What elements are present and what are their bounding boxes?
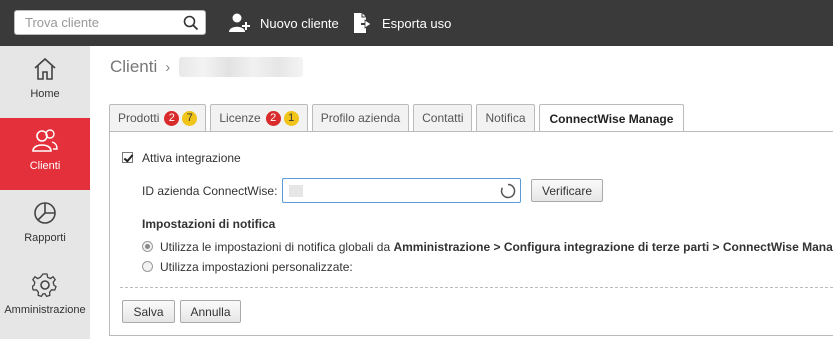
sidebar-item-reports[interactable]: Rapporti [0, 190, 90, 262]
breadcrumb-root[interactable]: Clienti [110, 57, 157, 77]
export-usage-button[interactable]: Esporta uso [352, 11, 451, 35]
export-usage-label: Esporta uso [382, 15, 452, 31]
export-file-icon [354, 13, 372, 33]
breadcrumb: Clienti › [110, 57, 304, 77]
tab-connectwise-manage[interactable]: ConnectWise Manage [538, 104, 685, 132]
global-settings-label: Utilizza le impostazioni di notifica glo… [160, 240, 833, 254]
custom-settings-radio[interactable] [142, 261, 153, 272]
cancel-button[interactable]: Annulla [180, 300, 241, 323]
pie-chart-icon [34, 202, 56, 224]
users-icon [32, 129, 58, 152]
sidebar-item-label: Clienti [29, 160, 61, 172]
divider [120, 287, 833, 288]
tab-label: Notifica [485, 111, 526, 125]
tab-products[interactable]: Prodotti 2 7 [109, 104, 207, 131]
top-bar: Nuovo cliente Esporta uso [0, 0, 833, 46]
tab-company-profile[interactable]: Profilo azienda [311, 104, 410, 131]
gear-icon [32, 273, 57, 298]
sidebar-item-administration[interactable]: Amministrazione [0, 262, 90, 334]
tab-licenses[interactable]: Licenze 2 1 [210, 104, 308, 131]
tab-label: Contatti [422, 111, 464, 125]
sidebar-item-home[interactable]: Home [0, 46, 90, 118]
sidebar-item-clients[interactable]: Clienti [0, 118, 90, 190]
warning-count-badge: 7 [182, 110, 198, 126]
search-icon[interactable] [183, 15, 199, 31]
tab-notification[interactable]: Notifica [476, 104, 535, 131]
tab-bar: Prodotti 2 7 Licenze 2 1 Profilo azienda… [109, 104, 688, 132]
alert-count-badge: 2 [164, 110, 180, 126]
sidebar-item-label: Home [30, 88, 60, 100]
alert-count-badge: 2 [265, 110, 281, 126]
verify-button[interactable]: Verificare [531, 179, 603, 202]
search-input[interactable] [15, 11, 175, 34]
tab-label: Licenze [219, 111, 261, 125]
home-icon [34, 57, 56, 80]
redacted-company-id [289, 185, 303, 197]
enable-integration-label: Attiva integrazione [142, 151, 241, 165]
loading-spinner-icon [500, 183, 516, 199]
custom-settings-label: Utilizza impostazioni personalizzate: [160, 260, 353, 274]
warning-count-badge: 1 [283, 110, 299, 126]
new-client-label: Nuovo cliente [260, 15, 339, 31]
search-box [14, 10, 206, 35]
enable-integration-checkbox[interactable] [122, 152, 133, 163]
notification-settings-heading: Impostazioni di notifica [142, 217, 276, 231]
new-client-button[interactable]: Nuovo cliente [228, 11, 339, 35]
sidebar-item-label: Amministrazione [4, 304, 86, 316]
company-id-input[interactable] [282, 178, 521, 203]
tab-label: Prodotti [118, 111, 160, 125]
add-user-icon [229, 13, 250, 32]
sidebar-item-label: Rapporti [24, 232, 66, 244]
global-settings-radio[interactable] [142, 241, 153, 252]
global-settings-path: Amministrazione > Configura integrazione… [393, 240, 833, 254]
global-settings-prefix: Utilizza le impostazioni di notifica glo… [160, 240, 394, 254]
redacted-client-name [179, 57, 304, 77]
breadcrumb-separator: › [165, 58, 171, 76]
tab-label: Profilo azienda [320, 111, 401, 125]
save-button[interactable]: Salva [122, 300, 175, 323]
tab-contacts[interactable]: Contatti [413, 104, 473, 131]
sidebar: Home Clienti Rapporti Amministrazione [0, 46, 90, 339]
company-id-label: ID azienda ConnectWise: [142, 184, 278, 198]
tab-label: ConnectWise Manage [549, 111, 674, 126]
